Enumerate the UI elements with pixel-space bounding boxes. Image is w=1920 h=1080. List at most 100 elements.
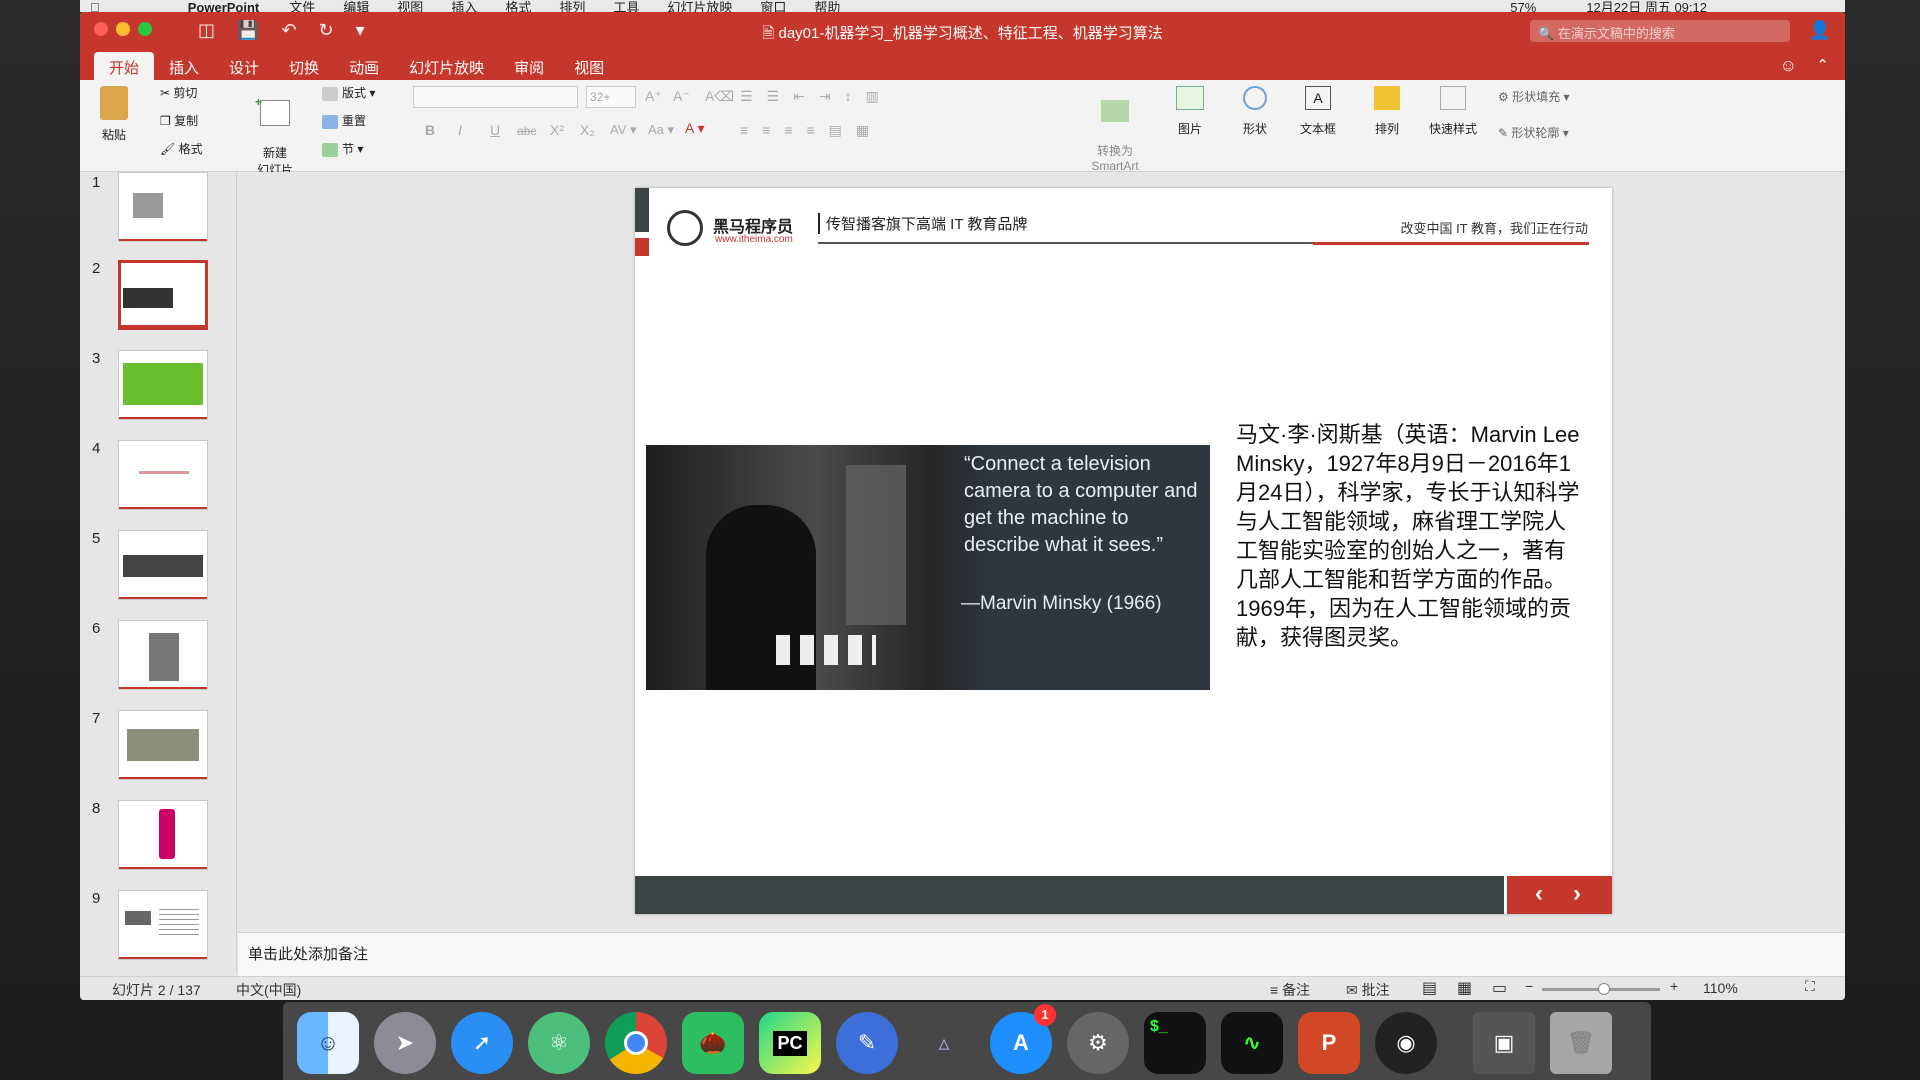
chrome-icon[interactable] <box>605 1012 667 1074</box>
new-slide-button[interactable]: + 新建 幻灯片 <box>250 86 300 178</box>
character-spacing-icon[interactable]: AV ▾ <box>610 122 637 138</box>
system-preferences-icon[interactable]: ⚙ <box>1067 1012 1129 1074</box>
slide-body-text[interactable]: 马文·李·闵斯基（英语：Marvin Lee Minsky，1927年8月9日－… <box>1236 420 1580 652</box>
arrange-button[interactable]: 排列 <box>1362 86 1412 137</box>
minsky-photo[interactable]: “Connect a television camera to a comput… <box>646 445 1210 690</box>
smiley-feedback-icon[interactable]: ☺ <box>1780 56 1797 76</box>
shape-outline-button[interactable]: ✎ 形状轮廓 ▾ <box>1498 124 1569 141</box>
menu-tools[interactable]: 工具 <box>613 1 639 12</box>
reset-button[interactable]: 重置 <box>322 112 366 129</box>
atom-icon[interactable]: ⚛ <box>528 1012 590 1074</box>
zoom-out-icon[interactable]: − <box>1525 978 1533 994</box>
increase-font-icon[interactable]: A⁺ <box>645 88 662 105</box>
menubar-app-name[interactable]: PowerPoint <box>188 1 260 12</box>
obs-icon[interactable]: ◉ <box>1375 1012 1437 1074</box>
activity-monitor-icon[interactable]: ∿ <box>1221 1012 1283 1074</box>
change-case-icon[interactable]: Aa ▾ <box>648 122 674 138</box>
zoom-slider[interactable] <box>1542 983 1660 995</box>
slide-thumbnail-5[interactable] <box>118 530 208 600</box>
menu-file[interactable]: 文件 <box>289 1 315 12</box>
font-size-select[interactable]: 32+ <box>586 86 636 108</box>
decrease-font-icon[interactable]: A⁻ <box>673 88 690 105</box>
clock[interactable]: 12月22日 周五 09:12 <box>1586 1 1707 12</box>
insert-shape-button[interactable]: 形状 <box>1230 86 1280 137</box>
italic-icon[interactable]: I <box>458 122 462 138</box>
menu-arrange[interactable]: 排列 <box>559 1 585 12</box>
tab-animations[interactable]: 动画 <box>334 52 394 80</box>
screen-icon[interactable]: ▣ <box>1473 1012 1535 1074</box>
strikethrough-icon[interactable]: abc <box>517 124 536 138</box>
superscript-icon[interactable]: X² <box>550 122 564 138</box>
font-name-select[interactable] <box>413 86 578 108</box>
safari-icon[interactable]: ➚ <box>451 1012 513 1074</box>
underline-icon[interactable]: U <box>490 122 500 138</box>
normal-view-icon[interactable]: ▤ <box>1422 978 1437 998</box>
slide-thumbnail-9[interactable] <box>118 890 208 960</box>
prev-arrow-icon[interactable]: ‹ <box>1535 880 1543 908</box>
menu-window[interactable]: 窗口 <box>760 1 786 12</box>
tab-review[interactable]: 审阅 <box>499 52 559 80</box>
slide-thumbnail-8[interactable] <box>118 800 208 870</box>
menu-insert[interactable]: 插入 <box>451 1 477 12</box>
cut-button[interactable]: ✂ 剪切 <box>160 84 197 101</box>
next-arrow-icon[interactable]: › <box>1573 880 1581 908</box>
format-painter-button[interactable]: 🖌 格式 <box>160 140 203 157</box>
slide-thumbnail-7[interactable] <box>118 710 208 780</box>
pycharm-icon[interactable]: PC <box>759 1012 821 1074</box>
font-color-icon[interactable]: A ▾ <box>685 120 704 137</box>
slide-canvas[interactable]: 黑马程序员 www.itheima.com 传智播客旗下高端 IT 教育品牌 改… <box>635 188 1612 914</box>
trash-icon[interactable]: 🗑 <box>1550 1012 1612 1074</box>
tab-transitions[interactable]: 切换 <box>274 52 334 80</box>
quick-styles-button[interactable]: 快速样式 <box>1423 86 1483 137</box>
launchpad-icon[interactable]: ➤ <box>374 1012 436 1074</box>
slide-thumbnail-2[interactable] <box>118 260 208 330</box>
comments-button[interactable]: ✉ 批注 <box>1346 980 1390 1000</box>
slide-editing-area[interactable]: 黑马程序员 www.itheima.com 传智播客旗下高端 IT 教育品牌 改… <box>238 172 1845 932</box>
menu-slideshow[interactable]: 幻灯片放映 <box>667 1 732 12</box>
menu-view[interactable]: 视图 <box>397 1 423 12</box>
zoom-level[interactable]: 110% <box>1703 980 1738 996</box>
notes-button[interactable]: ≡ 备注 <box>1270 980 1310 1000</box>
terminal-icon[interactable]: $_ <box>1144 1012 1206 1074</box>
paragraph-align-icons[interactable]: ≡≡≡≡▤▦ <box>740 122 883 139</box>
tab-home[interactable]: 开始 <box>94 52 155 80</box>
appstore-icon[interactable]: A 1 <box>990 1004 1056 1074</box>
insert-picture-button[interactable]: 图片 <box>1165 86 1215 137</box>
powerpoint-icon[interactable]: P <box>1298 1012 1360 1074</box>
paste-button[interactable]: 粘贴 <box>94 86 134 143</box>
tab-view[interactable]: 视图 <box>559 52 619 80</box>
section-button[interactable]: 节 ▾ <box>322 140 363 157</box>
slide-thumbnail-pane[interactable]: 1 2 3 4 5 6 7 8 9 <box>80 172 237 972</box>
slide-thumbnail-6[interactable] <box>118 620 208 690</box>
slide-thumbnail-3[interactable] <box>118 350 208 420</box>
convert-smartart-button[interactable]: 转换为 SmartArt <box>1085 86 1145 173</box>
paragraph-list-icons[interactable]: ☰☰⇤⇥↕▥ <box>740 88 893 105</box>
menu-format[interactable]: 格式 <box>505 1 531 12</box>
clear-format-icon[interactable]: A⌫ <box>705 88 734 105</box>
menu-help[interactable]: 帮助 <box>814 1 840 12</box>
presenter-view-icon[interactable]: ▭ <box>1492 978 1507 998</box>
copy-button[interactable]: ❐ 复制 <box>160 112 198 129</box>
mindnode-icon[interactable]: ✎ <box>836 1012 898 1074</box>
collapse-ribbon-icon[interactable]: ⌃ <box>1816 56 1829 74</box>
evernote-icon[interactable]: 🌰 <box>682 1012 744 1074</box>
menu-edit[interactable]: 编辑 <box>343 1 369 12</box>
finder-icon[interactable]: ☺ <box>297 1012 359 1074</box>
language-indicator[interactable]: 中文(中国) <box>236 980 301 1000</box>
tab-slideshow[interactable]: 幻灯片放映 <box>394 52 499 80</box>
battery-indicator[interactable]: 57% <box>1510 1 1536 12</box>
keynote-icon[interactable]: ▵ <box>913 1012 975 1074</box>
apple-icon[interactable]:  <box>90 1 100 12</box>
subscript-icon[interactable]: X₂ <box>580 122 595 138</box>
shape-fill-button[interactable]: ⚙ 形状填充 ▾ <box>1498 88 1569 105</box>
tab-design[interactable]: 设计 <box>214 52 274 80</box>
share-icon[interactable]: 👤 <box>1809 20 1831 41</box>
insert-textbox-button[interactable]: A 文本框 <box>1293 86 1343 137</box>
zoom-in-icon[interactable]: + <box>1670 978 1678 994</box>
zoom-slider-thumb[interactable] <box>1598 983 1610 995</box>
bold-icon[interactable]: B <box>425 122 435 138</box>
slide-sorter-icon[interactable]: ▦ <box>1457 978 1472 998</box>
notes-pane[interactable]: 单击此处添加备注 <box>238 932 1845 976</box>
tab-insert[interactable]: 插入 <box>154 52 214 80</box>
search-input[interactable]: 🔍 在演示文稿中的搜索 <box>1530 20 1790 42</box>
